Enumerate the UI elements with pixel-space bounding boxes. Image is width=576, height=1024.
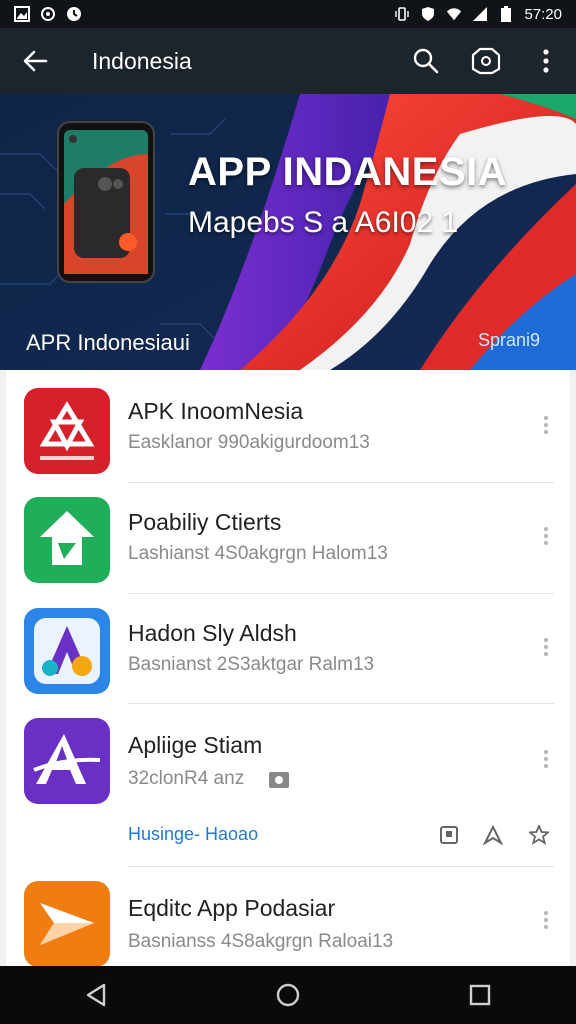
app-meta: Easklanor 990akigurdoom13	[128, 432, 370, 453]
app-name: Apliige Stiam	[128, 732, 263, 758]
list-item[interactable]: Poabiliy Ctierts Lashianst 4S0akgrgn Hal…	[6, 483, 570, 593]
bookmark-icon[interactable]	[438, 824, 460, 846]
star-icon[interactable]	[528, 824, 550, 846]
back-arrow-icon[interactable]	[0, 28, 70, 94]
purple-app-icon	[24, 718, 110, 804]
app-sub-link[interactable]: Husinge- Haoao	[128, 824, 258, 845]
camera-icon[interactable]	[456, 28, 516, 94]
sync-icon	[40, 6, 56, 22]
overflow-menu-icon[interactable]	[536, 521, 556, 551]
expand-icon[interactable]	[482, 824, 504, 846]
camera-badge-icon	[268, 768, 290, 790]
list-item[interactable]: Hadon Sly Aldsh Basnianst 2S3aktgar Ralm…	[6, 594, 570, 702]
app-list: APK InoomNesia Easklanor 990akigurdoom13…	[6, 370, 570, 966]
search-icon[interactable]	[396, 28, 456, 94]
app-name: Poabiliy Ctierts	[128, 509, 282, 535]
blue-app-icon	[24, 608, 110, 694]
app-meta: Basnianss 4S8akgrgn Raloai13	[128, 931, 394, 952]
more-vert-icon[interactable]	[516, 28, 576, 94]
app-meta: Basnianst 2S3aktgar Ralm13	[128, 654, 375, 675]
overflow-menu-icon[interactable]	[536, 744, 556, 774]
recents-square-icon[interactable]	[450, 966, 510, 1024]
overflow-menu-icon[interactable]	[536, 905, 556, 935]
list-item[interactable]: Eqditc App Podasiar Basnianss 4S8akgrgn …	[6, 867, 570, 966]
battery-icon	[498, 6, 514, 22]
list-item[interactable]: APK InoomNesia Easklanor 990akigurdoom13	[6, 370, 570, 482]
wifi-icon	[446, 6, 462, 22]
app-meta: Lashianst 4S0akgrgn Halom13	[128, 543, 388, 564]
banner-link[interactable]: Sprani9	[478, 330, 540, 351]
signal-icon	[472, 6, 488, 22]
overflow-menu-icon[interactable]	[536, 410, 556, 440]
status-bar: 57:20	[0, 0, 576, 28]
vibrate-icon	[394, 6, 410, 22]
green-app-icon	[24, 497, 110, 583]
orange-app-icon	[24, 881, 110, 966]
app-name: APK InoomNesia	[128, 398, 304, 424]
banner-caption: APR Indonesiaui	[26, 330, 190, 355]
back-triangle-icon[interactable]	[66, 966, 126, 1024]
app-bar: Indonesia	[0, 28, 576, 94]
app-name: Eqditc App Podasiar	[128, 895, 336, 921]
status-time: 57:20	[524, 5, 562, 23]
featured-banner[interactable]: APP INDANESIA Mapebs S a A6I02 1 APR Ind…	[0, 94, 576, 370]
home-circle-icon[interactable]	[258, 966, 318, 1024]
app-meta: 32clonR4 anz	[128, 768, 245, 789]
red-app-icon	[24, 388, 110, 474]
list-item[interactable]: Apliige Stiam 32clonR4 anz Husinge- Haoa…	[6, 704, 570, 866]
system-nav-bar	[0, 966, 576, 1024]
app-name: Hadon Sly Aldsh	[128, 620, 297, 646]
page-title: Indonesia	[92, 47, 192, 74]
clock-icon	[66, 6, 82, 22]
shield-icon	[420, 6, 436, 22]
overflow-menu-icon[interactable]	[536, 632, 556, 662]
banner-title: APP INDANESIA	[188, 150, 508, 194]
image-icon	[14, 6, 30, 22]
banner-subtitle: Mapebs S a A6I02 1	[188, 206, 459, 239]
